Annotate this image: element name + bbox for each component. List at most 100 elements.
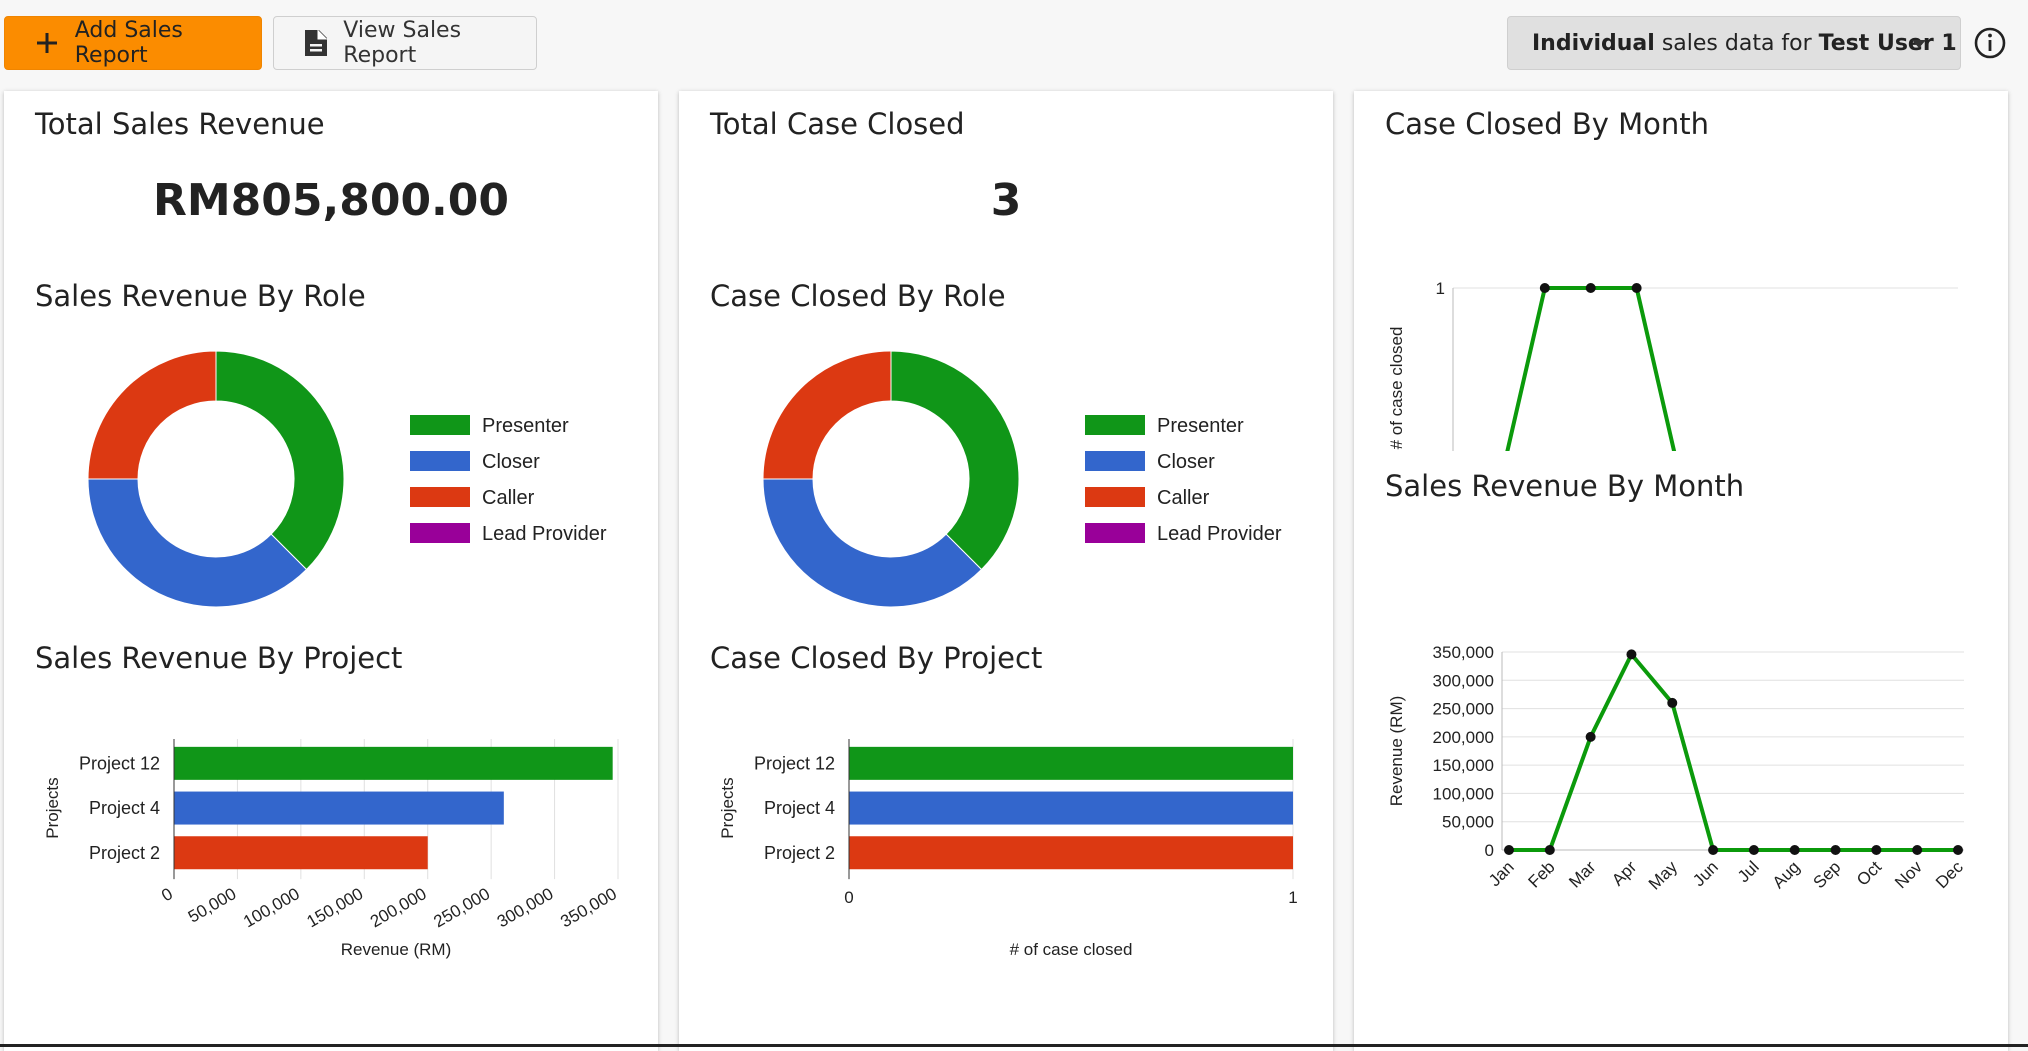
x-tick-label: Feb — [1524, 857, 1558, 891]
x-tick-label: Sep — [1810, 857, 1845, 892]
legend-swatch — [410, 487, 470, 507]
y-axis-title: # of case closed — [1387, 327, 1406, 450]
y-tick-label: Project 12 — [79, 753, 160, 773]
x-tick-label: 1 — [1288, 888, 1297, 907]
legend-label: Closer — [1157, 451, 1215, 473]
y-tick-label: Project 12 — [754, 753, 835, 773]
info-icon[interactable] — [1973, 26, 2007, 60]
legend-label: Presenter — [482, 415, 569, 437]
legend-swatch — [410, 523, 470, 543]
legend-swatch — [410, 451, 470, 471]
legend-swatch — [1085, 487, 1145, 507]
y-tick-label: 100,000 — [1433, 784, 1494, 803]
document-icon — [302, 29, 329, 57]
x-tick-label: 200,000 — [367, 884, 430, 931]
y-axis-title: Projects — [43, 777, 62, 838]
selector-user: Test User 1 — [1818, 30, 1957, 56]
y-tick-label: 300,000 — [1433, 671, 1494, 690]
data-point — [1748, 845, 1759, 855]
x-tick-label: 150,000 — [304, 884, 367, 931]
user-data-selector[interactable]: Individual sales data for Test User 1 — [1507, 16, 1961, 70]
cases-by-month-title: Case Closed By Month — [1385, 107, 1709, 141]
y-axis-title: Projects — [718, 777, 737, 838]
bar-project-4 — [849, 791, 1293, 825]
y-tick-label: 150,000 — [1433, 756, 1494, 775]
x-tick-label: Oct — [1853, 857, 1885, 889]
data-point — [1789, 845, 1800, 855]
data-point — [1912, 845, 1923, 855]
cases-by-role-chart: Presenter Closer Caller Lead Provider — [762, 350, 1282, 608]
legend-swatch — [1085, 451, 1145, 471]
y-tick-label: 200,000 — [1433, 728, 1494, 747]
revenue-by-month-title: Sales Revenue By Month — [1385, 469, 1745, 503]
y-tick-label: 0 — [1485, 841, 1494, 860]
cases-by-project-chart: 0 1 Project 12 Project 4 Project 2 # of case … — [718, 739, 1298, 959]
data-point — [1667, 697, 1678, 708]
series-line — [1509, 650, 1958, 852]
plus-icon — [33, 29, 61, 57]
x-tick-label: Jun — [1689, 857, 1722, 890]
legend-label: Closer — [482, 451, 540, 473]
legend-swatch — [1085, 415, 1145, 435]
bar-project-2 — [174, 836, 428, 870]
selector-mode: Individual — [1532, 30, 1655, 56]
y-tick-label: Project 4 — [764, 798, 835, 818]
total-cases-title: Total Case Closed — [710, 107, 965, 141]
revenue-card: Total Sales Revenue RM805,800.00 Sales R… — [4, 91, 658, 1051]
y-axis-title: Revenue (RM) — [1387, 696, 1406, 807]
legend-swatch — [410, 415, 470, 435]
x-tick-label: Nov — [1891, 857, 1926, 892]
data-point — [1504, 845, 1514, 855]
series-line — [1505, 286, 1677, 451]
slice-closer — [87, 478, 308, 608]
x-tick-label: 300,000 — [494, 884, 557, 931]
bar-project-12 — [849, 746, 1293, 780]
legend-label: Presenter — [1157, 415, 1244, 437]
data-point — [1626, 649, 1637, 660]
top-toolbar: Add Sales Report View Sales Report Indiv… — [0, 0, 2028, 88]
revenue-by-role-chart: Presenter Closer Caller Lead Provider — [87, 350, 607, 608]
y-tick-label: Project 4 — [89, 798, 160, 818]
bar-project-4 — [174, 791, 504, 825]
legend-swatch — [1085, 523, 1145, 543]
view-sales-report-label: View Sales Report — [343, 18, 462, 68]
data-point — [1585, 731, 1596, 742]
total-revenue-value: RM805,800.00 — [152, 175, 510, 226]
legend-label: Caller — [1157, 487, 1210, 509]
y-tick-label: 50,000 — [1442, 813, 1494, 832]
slice-caller — [87, 350, 217, 480]
revenue-by-month-chart: 0 50,000 100,000 150,000 200,000 250,000 300,0… — [1387, 643, 1967, 894]
x-axis-title: # of case closed — [1010, 940, 1133, 959]
add-sales-report-button[interactable]: Add Sales Report — [4, 16, 262, 70]
data-point — [1544, 845, 1555, 855]
x-tick-label: 250,000 — [430, 884, 493, 931]
x-tick-label: Jan — [1485, 857, 1518, 890]
slice-presenter — [215, 350, 345, 571]
legend-label: Lead Provider — [482, 523, 607, 545]
x-tick-label: 0 — [158, 884, 176, 905]
data-point — [1953, 845, 1963, 855]
bar-project-12 — [174, 746, 613, 780]
x-tick-label: 350,000 — [557, 884, 620, 931]
total-revenue-title: Total Sales Revenue — [35, 107, 325, 141]
x-tick-label: 50,000 — [185, 884, 240, 926]
legend-label: Caller — [482, 487, 535, 509]
x-tick-label: Apr — [1608, 857, 1640, 889]
cases-by-role-title: Case Closed By Role — [710, 279, 1006, 313]
y-tick-label: 250,000 — [1433, 700, 1494, 719]
y-tick-label: Project 2 — [89, 843, 160, 863]
total-cases-value: 3 — [990, 175, 1022, 226]
view-sales-report-button[interactable]: View Sales Report — [273, 16, 537, 70]
x-tick-label: May — [1645, 857, 1681, 893]
x-tick-label: Jul — [1734, 857, 1763, 886]
revenue-by-role-title: Sales Revenue By Role — [35, 279, 366, 313]
x-tick-label: Dec — [1932, 857, 1967, 892]
y-tick-label: 1 — [1436, 279, 1445, 298]
data-point — [1708, 845, 1719, 855]
cases-by-project-title: Case Closed By Project — [710, 641, 1043, 675]
data-point — [1871, 845, 1882, 855]
legend-label: Lead Provider — [1157, 523, 1282, 545]
selector-middle-text: sales data for — [1654, 30, 1819, 56]
revenue-by-project-chart: 0 50,000 100,000 150,000 200,000 250,000 300,0… — [43, 739, 620, 959]
bar-project-2 — [849, 836, 1293, 870]
